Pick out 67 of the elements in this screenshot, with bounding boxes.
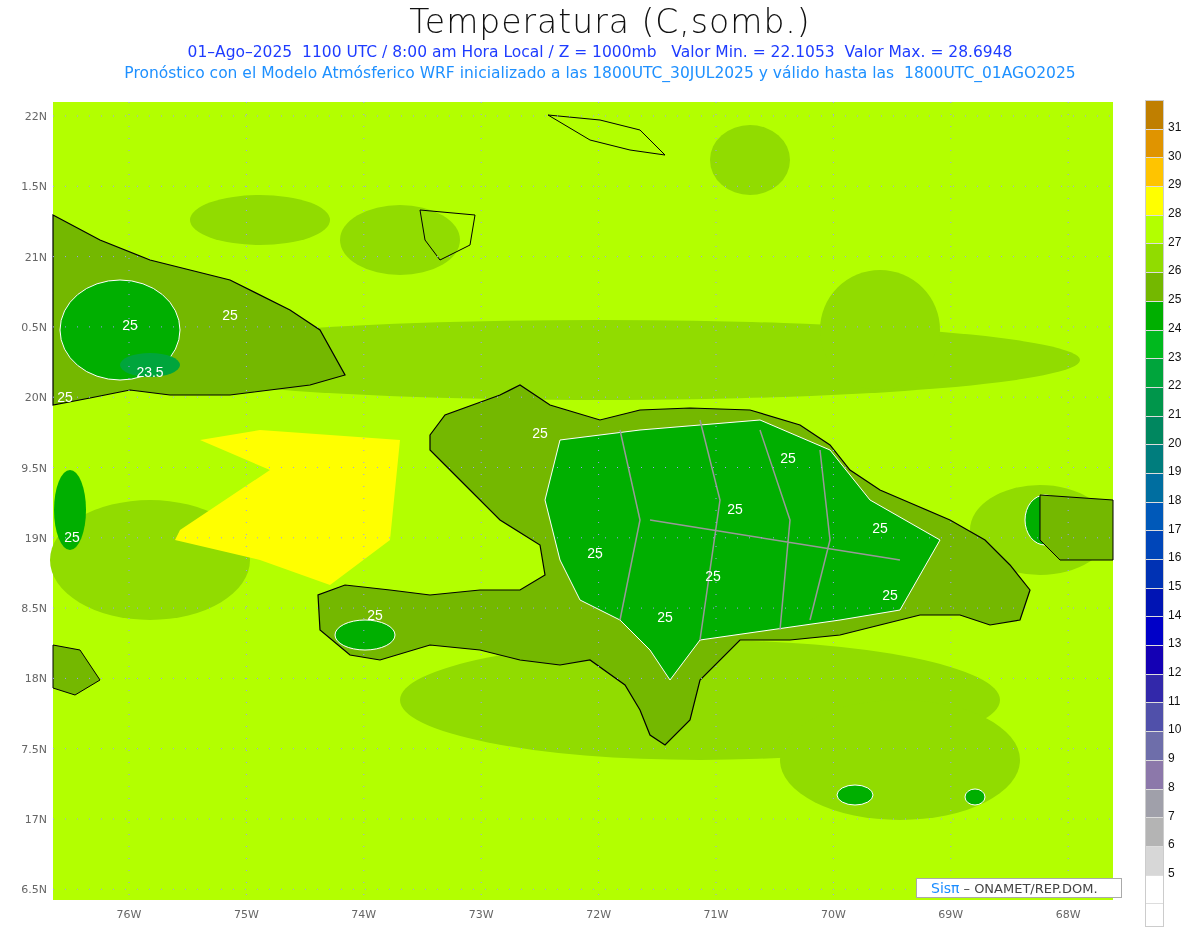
colorbar-label: 5: [1168, 865, 1176, 882]
contour-label: 23.5: [136, 364, 164, 380]
latitude-label: 18N: [24, 672, 47, 686]
latitude-label: 22N: [24, 110, 47, 123]
colorbar-label: 13: [1168, 636, 1182, 653]
colorbar-label: 10: [1168, 722, 1182, 739]
date-level-range-line: 01–Ago–2025 1100 UTC / 8:00 am Hora Local / Z = 1000mb Valor Min. = 22.1053 Valor Max. = 28.6948: [187, 42, 1013, 63]
latitude-label: 1.5N: [21, 180, 47, 194]
longitude-label: 76W: [116, 908, 142, 921]
longitude-label: 73W: [468, 908, 494, 921]
contour-label: 25: [872, 520, 888, 536]
latitude-label: 17N: [24, 813, 47, 826]
colorbar-label: 29: [1168, 177, 1182, 194]
colorbar-label: 6: [1168, 837, 1176, 854]
contour-label: 25: [727, 501, 743, 517]
contour-label: 25: [122, 317, 138, 333]
contour-label: 25: [705, 568, 721, 584]
contour-label: 25: [64, 529, 80, 545]
longitude-label: 68W: [1055, 908, 1081, 921]
colorbar-label: 26: [1168, 263, 1182, 280]
longitude-label: 70W: [820, 908, 846, 921]
colorbar-label: 12: [1168, 665, 1182, 682]
colorbar-label: 24: [1168, 320, 1182, 337]
contour-label: 25: [222, 307, 238, 323]
colorbar-label: 16: [1168, 550, 1182, 567]
colorbar-label: 7: [1168, 808, 1176, 825]
colorbar-label: 11: [1168, 693, 1182, 710]
colorbar-label: 25: [1168, 292, 1182, 309]
longitude-label: 72W: [586, 908, 612, 921]
colorbar-label: 27: [1168, 234, 1182, 251]
colorbar-label: 31: [1168, 120, 1182, 136]
latitude-label: 0.5N: [21, 320, 47, 334]
longitude-label: 75W: [233, 908, 259, 921]
latitude-label: 21N: [24, 250, 47, 264]
colorbar-label: 18: [1168, 492, 1182, 509]
contour-label: 25: [367, 607, 383, 623]
latitude-label: 8.5N: [21, 602, 47, 616]
colorbar-label: 22: [1168, 378, 1182, 395]
longitude-label: 74W: [351, 908, 377, 921]
colorbar-label: 28: [1168, 206, 1182, 223]
colorbar-label: 30: [1168, 148, 1182, 165]
colorbar-label: 17: [1168, 521, 1182, 538]
contour-label: 25: [657, 609, 673, 625]
contour-label: 25: [57, 389, 73, 405]
colorbar-label: 15: [1168, 579, 1182, 595]
map-title: Temperatura (C,somb.): [408, 2, 811, 42]
latitude-label: 20N: [24, 391, 47, 405]
longitude-label: 69W: [938, 908, 964, 921]
contour-label: 25: [780, 450, 796, 466]
colorbar-label: 19: [1168, 464, 1182, 481]
latitude-label: 19N: [24, 531, 47, 545]
brand-logo: Sisπ: [931, 880, 960, 896]
colorbar-label: 23: [1168, 349, 1182, 366]
contour-label: 25: [532, 425, 548, 441]
colorbar-label: 8: [1168, 779, 1176, 796]
model-info-line: Pronóstico con el Modelo Atmósferico WRF inicializado a las 1800UTC_30JUL2025 y válido hasta las 1800UTC_01AGO2025: [124, 63, 1076, 84]
colorbar-label: 20: [1168, 435, 1182, 452]
contour-label: 25: [882, 587, 898, 603]
colorbar-label: 14: [1168, 607, 1182, 624]
latitude-label: 9.5N: [21, 461, 47, 475]
longitude-label: 71W: [703, 908, 729, 921]
credit-text: – ONAMET/REP.DOM.: [963, 880, 1098, 896]
colorbar-label: 9: [1168, 751, 1176, 768]
contour-label: 25: [587, 545, 603, 561]
latitude-label: 7.5N: [21, 742, 47, 756]
colorbar-label: 21: [1168, 406, 1182, 423]
latitude-label: 6.5N: [21, 883, 47, 897]
